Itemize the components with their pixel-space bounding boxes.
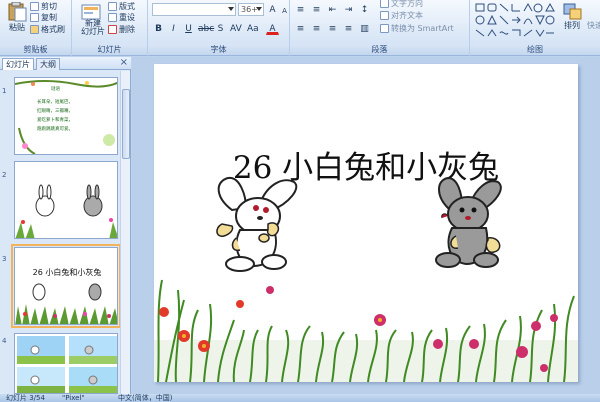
align-center-button[interactable]: ≡: [310, 22, 323, 35]
tab-slides[interactable]: 幻灯片: [2, 58, 34, 70]
columns-button[interactable]: ▥: [358, 22, 371, 35]
font-name-input[interactable]: [152, 3, 236, 16]
format-painter-button[interactable]: 格式刷: [30, 24, 65, 35]
gray-rabbit-picture[interactable]: [426, 170, 514, 270]
strikethrough-button[interactable]: abc: [197, 22, 214, 35]
align-left-button[interactable]: ≡: [294, 22, 307, 35]
decrease-indent-button[interactable]: ⇤: [326, 3, 339, 16]
align-right-button[interactable]: ≡: [326, 22, 339, 35]
language-status[interactable]: 中文(简体，中国): [118, 394, 172, 402]
theme-status: "Pixel": [62, 394, 85, 402]
new-slide-button[interactable]: 新建 幻灯片: [81, 20, 105, 36]
close-icon[interactable]: ×: [120, 57, 128, 68]
thumb-1-heading: 谜语: [51, 87, 60, 92]
reset-button[interactable]: 重设: [108, 12, 135, 23]
quick-styles-button[interactable]: 快速: [587, 20, 600, 31]
drawing-group: 排列 快速 绘图: [470, 0, 600, 56]
current-slide[interactable]: 26 小白兔和小灰兔: [154, 64, 578, 382]
reset-icon: [108, 13, 117, 22]
text-direction-icon: [380, 0, 389, 8]
slide-thumbnail-3[interactable]: 26 小白兔和小灰兔: [11, 244, 121, 328]
thumb-2-picture: [15, 184, 117, 238]
thumb-number: 1: [2, 87, 7, 95]
arrange-icon[interactable]: [562, 2, 584, 22]
shadow-button[interactable]: S: [214, 22, 227, 35]
numbering-button[interactable]: ≡: [310, 3, 323, 16]
layout-button[interactable]: 版式: [108, 1, 135, 12]
align-text-button[interactable]: 对齐文本: [380, 10, 423, 21]
panel-scrollbar[interactable]: [120, 71, 130, 394]
slide-editor: 26 小白兔和小灰兔: [132, 57, 600, 394]
font-group: 36+ A A B I U abc S AV Aa A 字体: [148, 0, 290, 56]
clipboard-group: 粘贴 剪切 复制 格式刷 剪贴板: [0, 0, 72, 56]
font-color-button[interactable]: A: [266, 22, 279, 35]
shapes-gallery[interactable]: [474, 2, 556, 38]
riddle-line: 长耳朵，短尾巴，: [37, 100, 73, 105]
status-bar: 幻灯片 3/54 "Pixel" 中文(简体，中国): [0, 394, 600, 402]
copy-icon: [30, 13, 39, 22]
thumb-number: 3: [2, 255, 7, 263]
smartart-icon: [380, 24, 389, 33]
slides-group: 新建 幻灯片 版式 重设 删除 幻灯片: [72, 0, 148, 56]
thumb-1-body: 长耳朵，短尾巴， 红眼睛，三瓣嘴， 爱吃萝卜和青菜， 跑跑跳跳真可爱。: [37, 98, 73, 134]
increase-indent-button[interactable]: ⇥: [342, 3, 355, 16]
ribbon: 粘贴 剪切 复制 格式刷 剪贴板 新建 幻灯片 版式 重设 删除 幻灯片 36+…: [0, 0, 600, 56]
align-text-icon: [380, 11, 389, 20]
underline-button[interactable]: U: [182, 22, 195, 35]
riddle-line: 爱吃萝卜和青菜，: [37, 118, 73, 123]
layout-icon: [108, 2, 117, 11]
paste-button[interactable]: 粘贴: [9, 22, 25, 33]
riddle-line: 跑跑跳跳真可爱。: [37, 127, 73, 132]
bullets-button[interactable]: ≡: [294, 3, 307, 16]
copy-button[interactable]: 复制: [30, 12, 57, 23]
line-spacing-button[interactable]: ↕: [358, 3, 371, 16]
drawing-group-label: 绘图: [470, 44, 600, 55]
paste-icon[interactable]: [6, 2, 28, 22]
tab-outline[interactable]: 大纲: [36, 58, 60, 70]
thumb-3-title: 26 小白兔和小灰兔: [32, 268, 102, 277]
thumb-3-picture: [15, 283, 117, 324]
slide-thumbnail-2[interactable]: [14, 161, 118, 239]
font-size-input[interactable]: 36+: [238, 3, 264, 16]
delete-icon: [108, 25, 117, 34]
slide-thumbnail-1[interactable]: 谜语 长耳朵，短尾巴， 红眼睛，三瓣嘴， 爱吃萝卜和青菜， 跑跑跳跳真可爱。: [14, 77, 118, 155]
panel-tabs: 幻灯片 大纲 ×: [0, 57, 131, 70]
arrange-button[interactable]: 排列: [564, 20, 580, 31]
change-case-button[interactable]: Aa: [246, 22, 259, 35]
paragraph-group: ≡ ≡ ⇤ ⇥ ↕ ≡ ≡ ≡ ≡ ▥ 文字方向 对齐文本 转换为 SmartA…: [290, 0, 470, 56]
slide-thumbnail-4[interactable]: [14, 333, 118, 394]
slides-panel: 幻灯片 大纲 × 1 谜语 长耳朵，短尾巴， 红眼睛，三瓣嘴， 爱吃萝卜和青菜，…: [0, 57, 131, 394]
slide-count-status: 幻灯片 3/54: [6, 394, 45, 402]
bold-button[interactable]: B: [152, 22, 165, 35]
italic-button[interactable]: I: [167, 22, 180, 35]
paragraph-group-label: 段落: [290, 44, 469, 55]
char-spacing-button[interactable]: AV: [229, 22, 242, 35]
scissors-icon: [30, 2, 39, 11]
thumb-4-picture: [17, 336, 117, 393]
panel-scrollbar-thumb[interactable]: [122, 89, 130, 159]
slides-group-label: 幻灯片: [72, 44, 147, 55]
grass-flowers-picture[interactable]: [154, 260, 578, 382]
text-direction-button[interactable]: 文字方向: [380, 0, 423, 9]
brush-icon: [30, 25, 39, 34]
thumb-number: 4: [2, 337, 7, 345]
clipboard-group-label: 剪贴板: [0, 44, 71, 55]
cut-button[interactable]: 剪切: [30, 1, 57, 12]
font-group-label: 字体: [148, 44, 289, 55]
delete-button[interactable]: 删除: [108, 24, 135, 35]
thumb-number: 2: [2, 171, 7, 179]
convert-smartart-button[interactable]: 转换为 SmartArt: [380, 23, 454, 34]
riddle-line: 红眼睛，三瓣嘴，: [37, 109, 73, 114]
justify-button[interactable]: ≡: [342, 22, 355, 35]
